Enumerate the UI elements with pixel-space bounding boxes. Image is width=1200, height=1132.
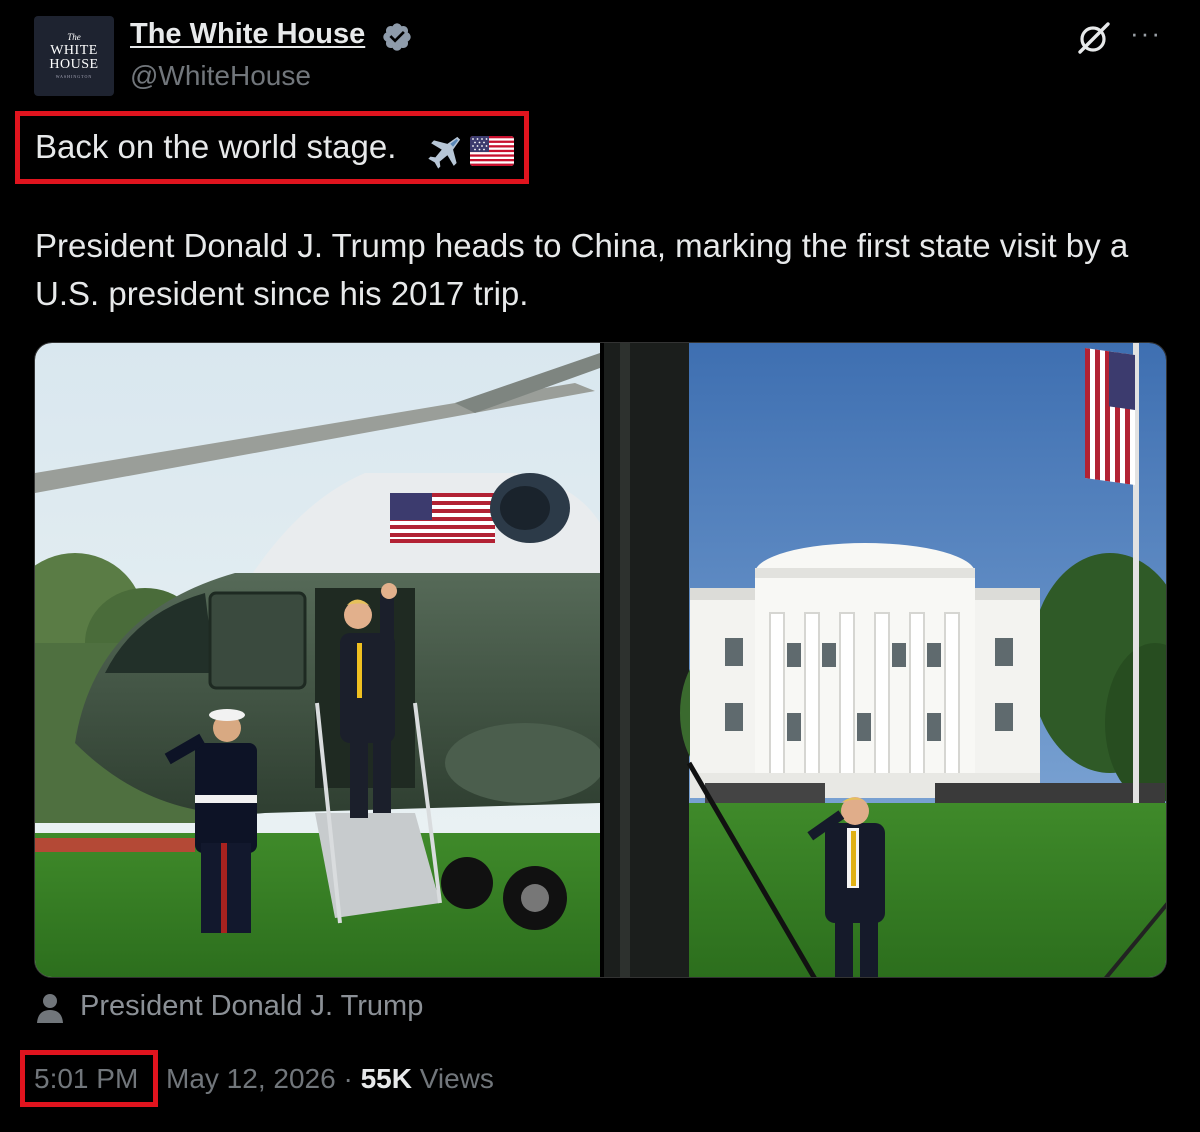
avatar-text-house: HOUSE: [49, 57, 99, 72]
author-handle[interactable]: @WhiteHouse: [130, 60, 311, 92]
media-credit[interactable]: President Donald J. Trump: [80, 990, 423, 1023]
views-count: 55K: [360, 1063, 412, 1094]
author-name[interactable]: The White House: [130, 18, 365, 51]
post-meta: May 12, 2026 · 55K Views: [166, 1063, 494, 1095]
post-date[interactable]: May 12, 2026: [166, 1063, 336, 1094]
avatar[interactable]: The WHITE HOUSE WASHINGTON: [34, 16, 114, 96]
more-icon[interactable]: ···: [1130, 18, 1162, 49]
post-headline: Back on the world stage.: [35, 128, 397, 165]
verified-badge-icon: [383, 23, 411, 51]
views-label: Views: [419, 1063, 494, 1094]
media-gallery[interactable]: [34, 342, 1167, 978]
airplane-emoji-icon: [428, 136, 461, 169]
meta-separator: ·: [343, 1063, 353, 1094]
photo-white-house[interactable]: [604, 343, 1167, 978]
avatar-text-the: The: [67, 32, 81, 42]
person-icon: [37, 994, 63, 1023]
grok-icon[interactable]: [1076, 20, 1112, 56]
us-flag-emoji-icon: [470, 136, 514, 166]
avatar-text-sub: WASHINGTON: [55, 74, 93, 79]
photo-helicopter[interactable]: [35, 343, 605, 978]
post-body: President Donald J. Trump heads to China…: [35, 227, 1129, 312]
post-time[interactable]: 5:01 PM: [34, 1063, 138, 1095]
avatar-text-white: WHITE: [50, 43, 98, 58]
media-gallery-photos: [35, 343, 1167, 978]
